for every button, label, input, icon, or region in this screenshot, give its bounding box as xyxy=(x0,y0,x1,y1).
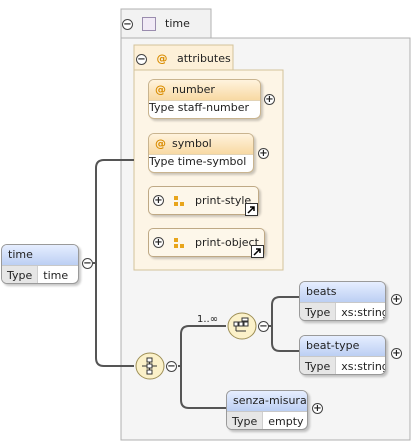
reference-arrow-icon xyxy=(251,245,264,258)
attribute-number[interactable]: @ number Type staff-number xyxy=(148,79,261,119)
expand-icon[interactable]: + xyxy=(312,403,323,414)
element-name: senza-misura xyxy=(227,391,307,411)
expand-icon[interactable]: + xyxy=(258,148,269,159)
complex-type-header: − time xyxy=(122,14,190,34)
attribute-group-print-style[interactable]: + print-style xyxy=(148,186,259,216)
attribute-name: number xyxy=(172,83,215,96)
collapse-icon[interactable]: − xyxy=(258,321,269,332)
type-value: time-symbol xyxy=(177,155,247,168)
type-key: Type xyxy=(149,101,175,114)
element-senza-misura[interactable]: senza-misura Type empty xyxy=(226,390,308,430)
element-name: beat-type xyxy=(300,336,385,356)
type-key: Type xyxy=(227,412,264,429)
attribute-group-print-object[interactable]: + print-object xyxy=(148,228,265,258)
expand-icon[interactable]: + xyxy=(391,348,402,359)
attribute-symbol[interactable]: @ symbol Type time-symbol xyxy=(148,133,254,173)
collapse-icon[interactable]: − xyxy=(122,18,133,30)
expand-icon[interactable]: + xyxy=(153,195,164,206)
element-beats[interactable]: beats Type xs:string xyxy=(299,281,386,321)
checkbox-icon xyxy=(141,17,156,31)
type-value: time xyxy=(43,269,69,282)
attribute-icon: @ xyxy=(156,52,168,65)
choice-compositor-icon[interactable] xyxy=(141,357,159,375)
element-name: time xyxy=(2,245,78,265)
attribute-group-icon xyxy=(174,196,184,206)
element-name: beats xyxy=(300,282,385,302)
type-key: Type xyxy=(149,155,175,168)
type-key: Type xyxy=(300,357,337,374)
complex-type-name: time xyxy=(165,17,190,30)
attributes-label: attributes xyxy=(177,52,231,65)
attributes-header: − @ attributes xyxy=(136,50,231,68)
expand-icon[interactable]: + xyxy=(153,237,164,248)
attribute-name: symbol xyxy=(172,137,212,150)
type-key: Type xyxy=(2,266,39,283)
sequence-compositor-icon[interactable] xyxy=(233,317,251,335)
collapse-icon[interactable]: − xyxy=(136,53,147,65)
type-value: xs:string xyxy=(341,306,386,319)
element-beat-type[interactable]: beat-type Type xs:string xyxy=(299,335,386,375)
attribute-group-icon xyxy=(174,238,184,248)
attribute-icon: @ xyxy=(155,83,166,96)
attribute-icon: @ xyxy=(155,137,166,150)
attribute-group-name: print-object xyxy=(195,236,259,249)
expand-icon[interactable]: + xyxy=(264,94,275,105)
type-value: xs:string xyxy=(341,360,386,373)
expand-icon[interactable]: + xyxy=(391,294,402,305)
type-value: empty xyxy=(268,415,304,428)
root-element-time[interactable]: time Type time xyxy=(1,244,79,284)
type-key: Type xyxy=(300,303,337,320)
type-value: staff-number xyxy=(177,101,250,114)
collapse-icon[interactable]: − xyxy=(166,361,177,372)
reference-arrow-icon xyxy=(245,203,258,216)
collapse-icon[interactable]: − xyxy=(82,258,93,269)
attribute-group-name: print-style xyxy=(195,194,252,207)
cardinality-label: 1..∞ xyxy=(197,314,219,325)
